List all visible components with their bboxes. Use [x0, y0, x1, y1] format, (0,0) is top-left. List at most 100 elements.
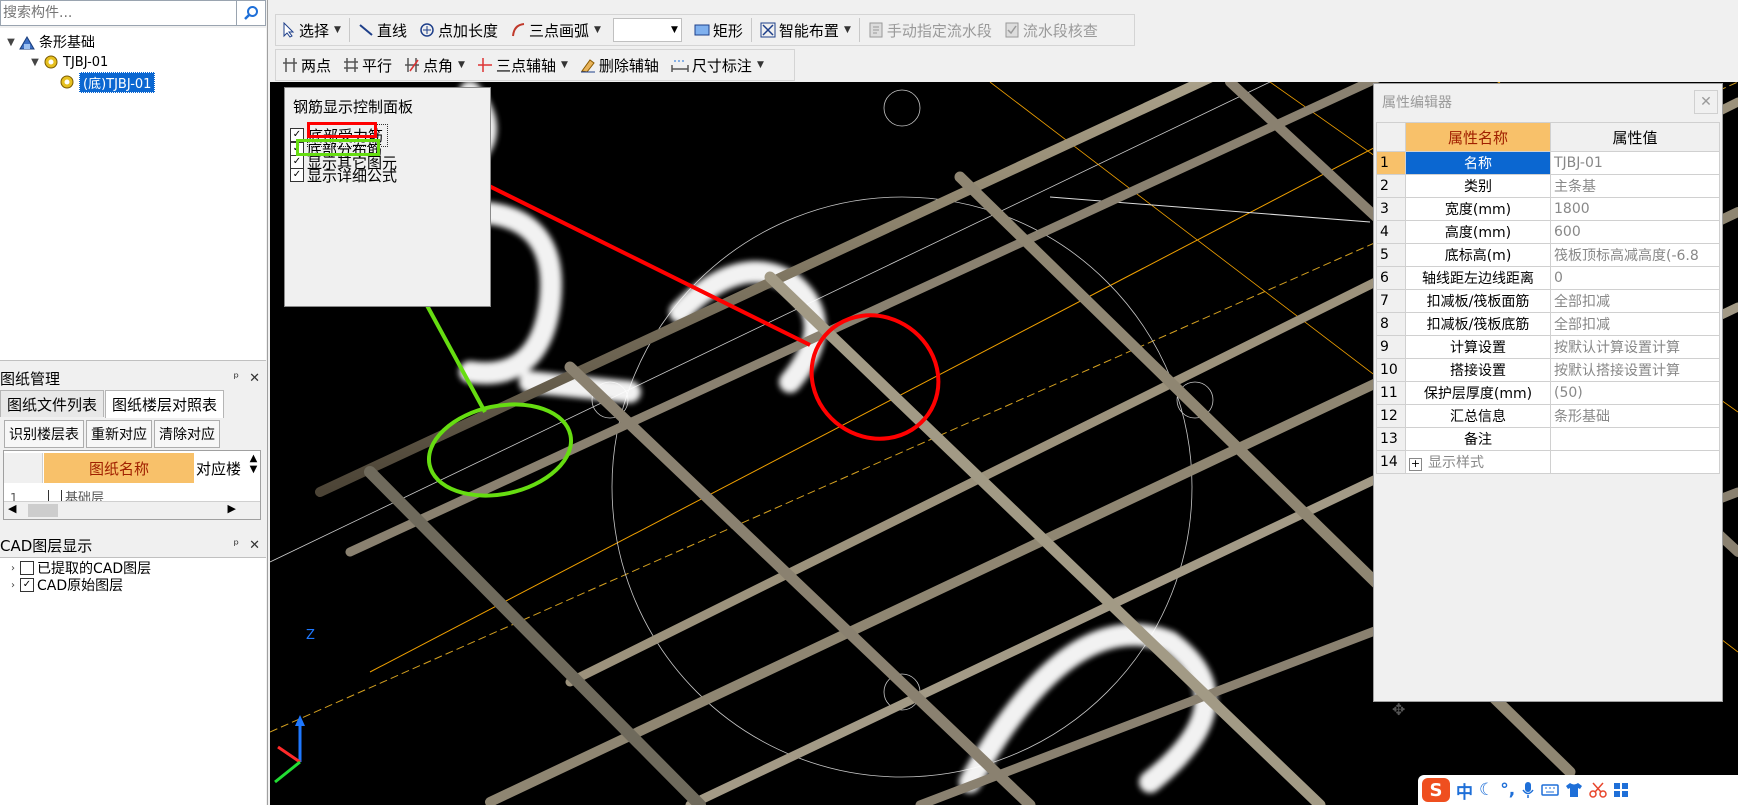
property-value[interactable]: 0: [1550, 266, 1720, 290]
search-input[interactable]: [1, 1, 205, 25]
property-value[interactable]: 按默认计算设置计算: [1550, 335, 1720, 359]
horizontal-scrollbar[interactable]: ◀ ▶: [4, 501, 260, 519]
scroll-left-icon[interactable]: ◀: [8, 502, 16, 515]
ime-language-toggle[interactable]: 中: [1456, 778, 1473, 803]
dropdown-arrow-icon[interactable]: ▼: [561, 60, 568, 70]
table-row[interactable]: 2 类别 主条基: [1376, 174, 1720, 198]
search-button[interactable]: [237, 0, 266, 26]
property-value[interactable]: 筏板顶标高减高度(-6.8: [1550, 243, 1720, 267]
table-row[interactable]: 8 扣减板/筏板底筋 全部扣减: [1376, 312, 1720, 336]
property-name[interactable]: 汇总信息: [1405, 404, 1551, 428]
table-row[interactable]: 7 扣减板/筏板面筋 全部扣减: [1376, 289, 1720, 313]
shape-combo[interactable]: ▼: [612, 18, 682, 42]
tree-node-child[interactable]: ▼ TJBJ-01: [28, 52, 108, 72]
layer-checkbox[interactable]: [20, 561, 34, 575]
tree-node-root[interactable]: ▼ 条形基础: [4, 32, 95, 52]
property-name[interactable]: 名称: [1405, 151, 1551, 175]
property-name[interactable]: 计算设置: [1405, 335, 1551, 359]
smart-layout-button[interactable]: 智能布置 ▼: [754, 15, 857, 45]
property-value[interactable]: 条形基础: [1550, 404, 1720, 428]
column-header-name[interactable]: 属性名称: [1405, 122, 1551, 152]
scroll-arrows-icon[interactable]: ▲ ▼: [247, 453, 260, 493]
expand-arrow-icon[interactable]: ›: [6, 563, 20, 574]
table-row[interactable]: 13 备注: [1376, 427, 1720, 451]
table-row[interactable]: 6 轴线距左边线距离 0: [1376, 266, 1720, 290]
column-header-value[interactable]: 属性值: [1550, 122, 1720, 152]
identify-floor-table-button[interactable]: 识别楼层表: [4, 420, 84, 448]
three-point-arc-button[interactable]: 三点画弧 ▼: [504, 15, 607, 45]
select-button[interactable]: 选择 ▼: [276, 15, 347, 45]
manual-flow-segment-button[interactable]: 手动指定流水段: [862, 15, 998, 45]
table-row[interactable]: 12 汇总信息 条形基础: [1376, 404, 1720, 428]
scissors-icon[interactable]: [1589, 782, 1607, 798]
table-row[interactable]: 5 底标高(m) 筏板顶标高减高度(-6.8: [1376, 243, 1720, 267]
dropdown-arrow-icon[interactable]: ▼: [757, 60, 764, 70]
property-name[interactable]: 宽度(mm): [1405, 197, 1551, 221]
property-value[interactable]: [1550, 427, 1720, 451]
property-name[interactable]: 类别: [1405, 174, 1551, 198]
punctuation-icon[interactable]: °,: [1500, 780, 1515, 800]
property-name[interactable]: 备注: [1405, 427, 1551, 451]
property-name[interactable]: 搭接设置: [1405, 358, 1551, 382]
property-name[interactable]: 保护层厚度(mm): [1405, 381, 1551, 405]
search-box[interactable]: [0, 0, 237, 26]
point-length-button[interactable]: 点加长度: [413, 15, 504, 45]
keyboard-icon[interactable]: [1541, 783, 1559, 797]
scroll-right-icon[interactable]: ▶: [228, 502, 236, 515]
property-value[interactable]: 全部扣减: [1550, 289, 1720, 313]
table-row[interactable]: 9 计算设置 按默认计算设置计算: [1376, 335, 1720, 359]
property-name[interactable]: 高度(mm): [1405, 220, 1551, 244]
property-name[interactable]: 底标高(m): [1405, 243, 1551, 267]
close-icon[interactable]: ✕: [1694, 90, 1718, 114]
moon-icon[interactable]: ☾: [1479, 780, 1494, 800]
two-points-button[interactable]: 两点: [276, 50, 337, 80]
property-value[interactable]: 600: [1550, 220, 1720, 244]
collapse-arrow-icon[interactable]: ▼: [28, 57, 42, 68]
table-row[interactable]: 1 名称 TJBJ-01: [1376, 151, 1720, 175]
option-checkbox-checked[interactable]: ✓: [290, 155, 304, 169]
clear-mapping-button[interactable]: 清除对应: [154, 420, 220, 448]
option-show-detailed-formula[interactable]: ✓ 显示详细公式: [290, 167, 397, 185]
microphone-icon[interactable]: [1521, 781, 1535, 799]
table-row[interactable]: 4 高度(mm) 600: [1376, 220, 1720, 244]
property-value[interactable]: [1550, 450, 1720, 474]
scrollbar-thumb[interactable]: [28, 504, 58, 517]
property-value[interactable]: 主条基: [1550, 174, 1720, 198]
property-value[interactable]: (50): [1550, 381, 1720, 405]
dropdown-arrow-icon[interactable]: ▼: [844, 25, 851, 35]
layer-checkbox-checked[interactable]: ✓: [20, 578, 34, 592]
expand-arrow-icon[interactable]: ›: [6, 580, 20, 591]
property-name[interactable]: 扣减板/筏板底筋: [1405, 312, 1551, 336]
rectangle-button[interactable]: 矩形: [688, 15, 749, 45]
tree-node-grandchild[interactable]: (底)TJBJ-01: [58, 71, 156, 93]
table-row[interactable]: 14 + 显示样式: [1376, 450, 1720, 474]
option-checkbox-checked[interactable]: ✓: [290, 168, 304, 182]
point-angle-button[interactable]: 点角 ▼: [398, 50, 471, 80]
ime-logo-icon[interactable]: S: [1422, 778, 1450, 802]
property-name[interactable]: 扣减板/筏板面筋: [1405, 289, 1551, 313]
expand-plus-icon[interactable]: +: [1409, 458, 1422, 471]
delete-aux-button[interactable]: 删除辅轴: [574, 50, 665, 80]
property-name[interactable]: 轴线距左边线距离: [1405, 266, 1551, 290]
tab-floor-mapping[interactable]: 图纸楼层对照表: [105, 390, 225, 418]
grid-apps-icon[interactable]: [1613, 782, 1629, 798]
remap-button[interactable]: 重新对应: [86, 420, 152, 448]
table-row[interactable]: 10 搭接设置 按默认搭接设置计算: [1376, 358, 1720, 382]
table-row[interactable]: 11 保护层厚度(mm) (50): [1376, 381, 1720, 405]
pin-icon[interactable]: ᵖ: [234, 538, 240, 553]
dropdown-arrow-icon[interactable]: ▼: [334, 25, 341, 35]
dropdown-arrow-icon[interactable]: ▼: [594, 25, 601, 35]
column-header-drawing-name[interactable]: 图纸名称: [44, 453, 194, 483]
cad-layer-item-original[interactable]: › ✓ CAD原始图层: [6, 575, 123, 595]
property-value[interactable]: TJBJ-01: [1550, 151, 1720, 175]
three-point-aux-button[interactable]: 三点辅轴 ▼: [471, 50, 574, 80]
skin-shirt-icon[interactable]: [1565, 782, 1583, 798]
property-value[interactable]: 1800: [1550, 197, 1720, 221]
pin-icon[interactable]: ᵖ: [234, 371, 240, 386]
tab-drawing-file-list[interactable]: 图纸文件列表: [0, 390, 105, 417]
line-button[interactable]: 直线: [352, 15, 413, 45]
dropdown-arrow-icon[interactable]: ▼: [458, 60, 465, 70]
flow-segment-check-button[interactable]: 流水段核查: [998, 15, 1104, 45]
table-row[interactable]: 3 宽度(mm) 1800: [1376, 197, 1720, 221]
property-value[interactable]: 全部扣减: [1550, 312, 1720, 336]
